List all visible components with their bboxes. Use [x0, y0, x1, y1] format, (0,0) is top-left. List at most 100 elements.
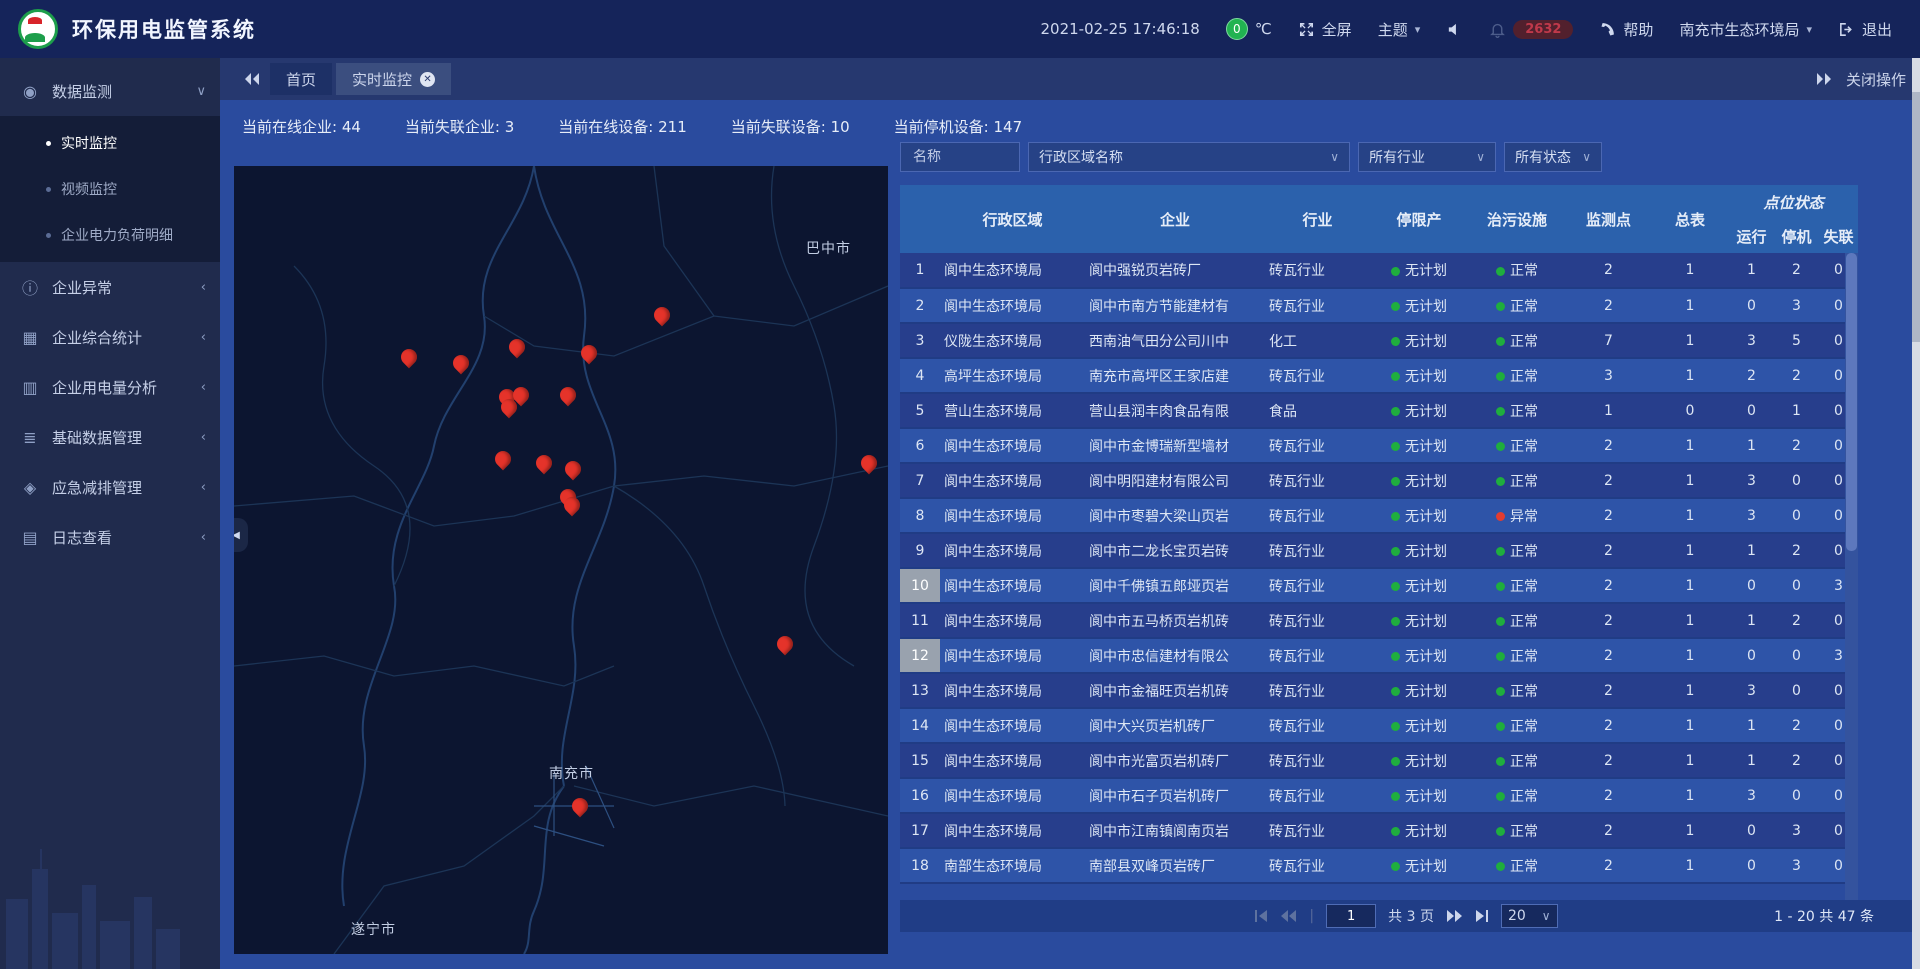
cell-region: 阆中生态环境局	[940, 288, 1085, 323]
theme-menu[interactable]: 主题▾	[1378, 19, 1421, 40]
table-row[interactable]: 18南部生态环境局南部县双峰页岩砖厂砖瓦行业无计划正常21030	[900, 848, 1858, 883]
status-dot-icon	[1391, 617, 1400, 626]
table-row[interactable]: 9阆中生态环境局阆中市二龙长宝页岩砖砖瓦行业无计划正常21120	[900, 533, 1858, 568]
tabs-scroll-left-button[interactable]	[244, 72, 260, 86]
app-logo	[18, 9, 58, 49]
table-scrollbar-thumb[interactable]	[1846, 253, 1857, 551]
cell-points: 2	[1566, 813, 1651, 848]
table-row[interactable]: 7阆中生态环境局阆中明阳建材有限公司砖瓦行业无计划正常21300	[900, 463, 1858, 498]
first-page-button[interactable]	[1254, 910, 1269, 922]
cell-facility-status: 正常	[1468, 533, 1566, 568]
first-page-icon	[1254, 910, 1269, 922]
table-row[interactable]: 2阆中生态环境局阆中市南方节能建材有砖瓦行业无计划正常21030	[900, 288, 1858, 323]
page-size-select[interactable]: 20∨	[1501, 904, 1558, 928]
org-menu[interactable]: 南充市生态环境局▾	[1679, 19, 1812, 40]
sidebar-item-数据监测[interactable]: ◉数据监测∨	[0, 66, 220, 116]
cell-region: 高坪生态环境局	[940, 358, 1085, 393]
pager-range-label: 1 - 20 共 47 条	[1774, 906, 1874, 926]
table-row[interactable]: 10阆中生态环境局阆中千佛镇五郎垭页岩砖瓦行业无计划正常21003	[900, 568, 1858, 603]
cell-points: 2	[1566, 498, 1651, 533]
col-lost: 失联	[1819, 219, 1858, 253]
cell-industry: 砖瓦行业	[1265, 603, 1370, 638]
prev-page-button[interactable]	[1281, 910, 1297, 922]
sidebar-item-label: 应急减排管理	[52, 477, 189, 498]
status-dot-icon	[1391, 512, 1400, 521]
notifications[interactable]: 2632	[1489, 20, 1573, 39]
sidebar-item-应急减排管理[interactable]: ◈应急减排管理‹	[0, 462, 220, 512]
logout-button[interactable]: 退出	[1838, 19, 1892, 40]
bullet-icon	[46, 187, 51, 192]
row-number: 8	[900, 498, 940, 533]
row-number: 2	[900, 288, 940, 323]
temperature: 0 ℃	[1226, 18, 1272, 40]
panel-collapse-toggle[interactable]: ◀	[234, 518, 248, 552]
table-row[interactable]: 1阆中生态环境局阆中强锐页岩砖厂砖瓦行业无计划正常21120	[900, 253, 1858, 288]
cell-run: 3	[1729, 673, 1774, 708]
cell-industry: 砖瓦行业	[1265, 463, 1370, 498]
cell-points: 2	[1566, 288, 1651, 323]
table-row[interactable]: 12阆中生态环境局阆中市忠信建材有限公砖瓦行业无计划正常21003	[900, 638, 1858, 673]
tab-首页[interactable]: 首页	[270, 63, 332, 95]
row-number: 14	[900, 708, 940, 743]
region-select[interactable]: 行政区域名称∨	[1028, 142, 1350, 172]
col-industry: 行业	[1265, 185, 1370, 253]
notification-badge: 2632	[1513, 20, 1573, 39]
industry-select[interactable]: 所有行业∨	[1358, 142, 1496, 172]
page-scrollbar-thumb[interactable]	[1912, 92, 1920, 342]
table-row[interactable]: 16阆中生态环境局阆中市石子页岩机砖厂砖瓦行业无计划正常21300	[900, 778, 1858, 813]
table-row[interactable]: 8阆中生态环境局阆中市枣碧大梁山页岩砖瓦行业无计划异常21300	[900, 498, 1858, 533]
cell-stopped: 2	[1774, 358, 1819, 393]
status-dot-icon	[1496, 302, 1505, 311]
cell-region: 阆中生态环境局	[940, 743, 1085, 778]
close-operations-menu[interactable]: 关闭操作	[1816, 69, 1906, 90]
sidebar-subitem-实时监控[interactable]: 实时监控	[0, 120, 220, 166]
table-row[interactable]: 4高坪生态环境局南充市高坪区王家店建砖瓦行业无计划正常31220	[900, 358, 1858, 393]
chevron-down-icon: ∨	[1476, 150, 1485, 164]
tab-close-icon[interactable]: ✕	[420, 72, 435, 87]
sidebar-item-基础数据管理[interactable]: ≣基础数据管理‹	[0, 412, 220, 462]
page-scrollbar[interactable]	[1912, 58, 1920, 969]
table-row[interactable]: 17阆中生态环境局阆中市江南镇阆南页岩砖瓦行业无计划正常21030	[900, 813, 1858, 848]
stat-item: 当前在线企业: 44	[242, 116, 361, 137]
sidebar-item-企业用电量分析[interactable]: ▥企业用电量分析‹	[0, 362, 220, 412]
last-page-button[interactable]	[1474, 910, 1489, 922]
fullscreen-button[interactable]: 全屏	[1298, 19, 1352, 40]
cell-meters: 1	[1651, 603, 1729, 638]
cell-meters: 1	[1651, 253, 1729, 288]
table-row[interactable]: 11阆中生态环境局阆中市五马桥页岩机砖砖瓦行业无计划正常21120	[900, 603, 1858, 638]
page-number-input[interactable]	[1326, 904, 1376, 928]
table-row[interactable]: 5营山生态环境局营山县润丰肉食品有限食品无计划正常10010	[900, 393, 1858, 428]
cell-industry: 砖瓦行业	[1265, 778, 1370, 813]
table-row[interactable]: 3仪陇生态环境局西南油气田分公司川中化工无计划正常71350	[900, 323, 1858, 358]
status-select[interactable]: 所有状态∨	[1504, 142, 1602, 172]
col-run: 运行	[1729, 219, 1774, 253]
cell-stop-status: 无计划	[1370, 288, 1468, 323]
cell-run: 0	[1729, 813, 1774, 848]
cell-facility-status: 正常	[1468, 743, 1566, 778]
sidebar-item-企业异常[interactable]: ⓘ企业异常‹	[0, 262, 220, 312]
cell-stop-status: 无计划	[1370, 358, 1468, 393]
table-row[interactable]: 13阆中生态环境局阆中市金福旺页岩机砖砖瓦行业无计划正常21300	[900, 673, 1858, 708]
sidebar-item-日志查看[interactable]: ▤日志查看‹	[0, 512, 220, 562]
status-dot-icon	[1496, 477, 1505, 486]
sidebar-subitem-企业电力负荷明细[interactable]: 企业电力负荷明细	[0, 212, 220, 258]
status-dot-icon	[1496, 547, 1505, 556]
table-scrollbar[interactable]	[1845, 253, 1858, 900]
next-page-button[interactable]	[1446, 910, 1462, 922]
mute-button[interactable]	[1446, 21, 1463, 38]
sidebar-subitem-视频监控[interactable]: 视频监控	[0, 166, 220, 212]
row-number: 17	[900, 813, 940, 848]
name-input[interactable]	[911, 148, 1009, 166]
cell-points: 2	[1566, 428, 1651, 463]
cell-stopped: 2	[1774, 428, 1819, 463]
status-dot-icon	[1391, 792, 1400, 801]
status-dot-icon	[1391, 372, 1400, 381]
tab-实时监控[interactable]: 实时监控✕	[336, 63, 451, 95]
table-row[interactable]: 6阆中生态环境局阆中市金博瑞新型墙材砖瓦行业无计划正常21120	[900, 428, 1858, 463]
help-button[interactable]: 帮助	[1599, 19, 1653, 40]
table-row[interactable]: 14阆中生态环境局阆中大兴页岩机砖厂砖瓦行业无计划正常21120	[900, 708, 1858, 743]
cell-company: 西南油气田分公司川中	[1085, 323, 1265, 358]
table-row[interactable]: 15阆中生态环境局阆中市光富页岩机砖厂砖瓦行业无计划正常21120	[900, 743, 1858, 778]
sidebar-item-企业综合统计[interactable]: ▦企业综合统计‹	[0, 312, 220, 362]
map-panel[interactable]: 巴中市南充市遂宁市 ◀	[234, 166, 888, 954]
